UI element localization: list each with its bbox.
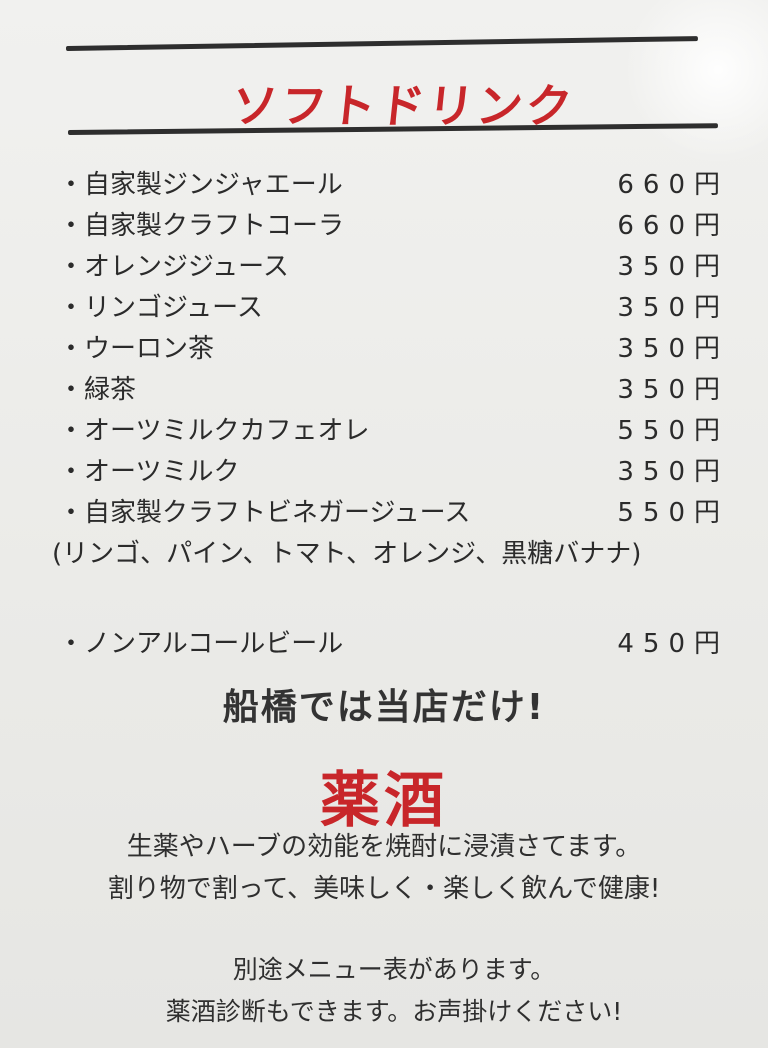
item-price: 350円 <box>617 375 729 405</box>
drink-menu-list: ・自家製ジンジャエール 660円 ・自家製クラフトコーラ 660円 ・オレンジジ… <box>52 168 720 668</box>
item-name: ・ノンアルコールビール <box>58 629 344 659</box>
menu-item-oolong-tea: ・ウーロン茶 350円 <box>58 332 720 373</box>
item-name: ・自家製ジンジャエール <box>58 170 343 200</box>
footer-line: 別途メニュー表があります。 <box>232 955 556 984</box>
item-name: ・リンゴジュース <box>58 293 263 323</box>
item-price: 350円 <box>617 334 729 364</box>
item-name: ・自家製クラフトビネガージュース <box>58 498 471 528</box>
item-name: ・ウーロン茶 <box>58 334 215 364</box>
menu-item-vinegar-juice: ・自家製クラフトビネガージュース 550円 <box>58 496 720 537</box>
menu-item-orange-juice: ・オレンジジュース 350円 <box>58 250 720 291</box>
item-price: 550円 <box>617 416 729 446</box>
menu-sheet: ソフトドリンク ・自家製ジンジャエール 660円 ・自家製クラフトコーラ 660… <box>0 0 768 1048</box>
item-name: ・緑茶 <box>58 375 137 405</box>
menu-item-apple-juice: ・リンゴジュース 350円 <box>58 291 720 332</box>
description-line: 生薬やハーブの効能を焼酎に浸漬さてます。 <box>126 832 642 862</box>
menu-item-ginger-ale: ・自家製ジンジャエール 660円 <box>58 168 720 209</box>
item-price: 660円 <box>617 170 729 200</box>
item-name: ・オーツミルクカフェオレ <box>58 416 370 446</box>
item-price: 350円 <box>617 252 729 282</box>
footer-line: 薬酒診断もできます。お声掛けください! <box>165 997 623 1026</box>
top-rule <box>65 36 698 51</box>
item-name: ・オレンジジュース <box>58 252 289 282</box>
description-line: 割り物で割って、美味しく・楽しく飲んで健康! <box>107 874 661 904</box>
light-glare <box>628 0 768 170</box>
item-price: 350円 <box>617 293 729 323</box>
item-name: ・自家製クラフトコーラ <box>58 211 345 241</box>
menu-item-craft-cola: ・自家製クラフトコーラ 660円 <box>58 209 720 250</box>
vinegar-flavors-note: (リンゴ、パイン、トマト、オレンジ、黒糖バナナ) <box>52 539 642 569</box>
menu-item-green-tea: ・緑茶 350円 <box>58 373 720 414</box>
item-price: 550円 <box>617 498 729 528</box>
menu-item-oat-milk: ・オーツミルク 350円 <box>58 455 720 496</box>
menu-item-oat-cafe-au-lait: ・オーツミルクカフェオレ 550円 <box>58 414 720 455</box>
menu-item-non-alcoholic-beer: ・ノンアルコールビール 450円 <box>58 627 720 668</box>
promo-headline: 船橋では当店だけ! <box>222 687 546 728</box>
item-price: 450円 <box>617 629 729 659</box>
item-price: 350円 <box>617 457 729 487</box>
item-name: ・オーツミルク <box>58 457 240 487</box>
item-price: 660円 <box>617 211 729 241</box>
